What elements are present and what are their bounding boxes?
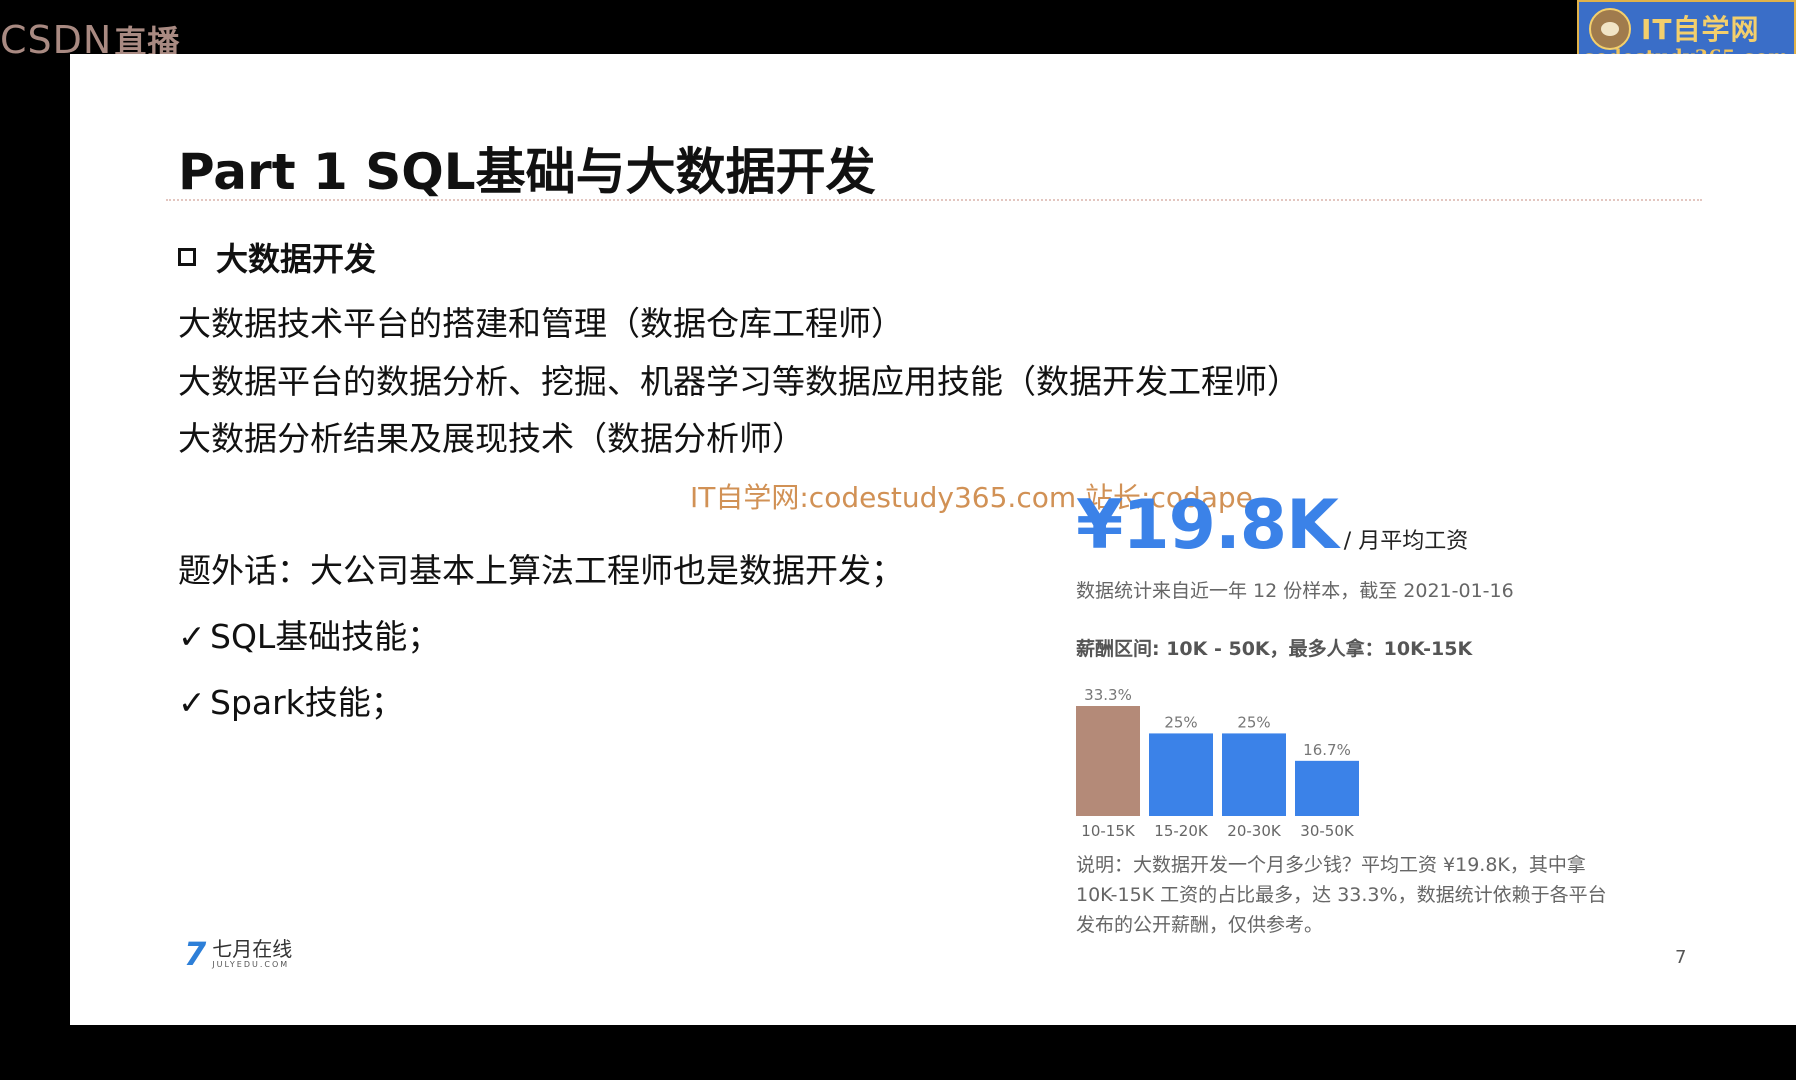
bar-value-label: 25% xyxy=(1237,713,1270,731)
role-line-1: 大数据技术平台的搭建和管理（数据仓库工程师） xyxy=(178,304,904,343)
julyedu-domain: JULYEDU.COM xyxy=(212,960,290,969)
section-heading-text: 大数据开发 xyxy=(216,240,377,278)
slide-title: Part 1 SQL基础与大数据开发 xyxy=(178,143,876,201)
skill-item-label: Spark技能； xyxy=(210,683,404,722)
bar-category-label: 15-20K xyxy=(1154,822,1209,840)
role-line-3: 大数据分析结果及展现技术（数据分析师） xyxy=(178,419,805,458)
aside-line: 题外话：大公司基本上算法工程师也是数据开发； xyxy=(178,551,904,590)
bar-10-15K xyxy=(1076,706,1140,816)
bar-value-label: 16.7% xyxy=(1303,741,1351,759)
check-icon: ✓ xyxy=(178,617,206,656)
bar-20-30K xyxy=(1222,733,1286,816)
bar-value-label: 25% xyxy=(1164,713,1197,731)
title-divider xyxy=(166,199,1702,201)
bar-value-label: 33.3% xyxy=(1084,686,1132,704)
corner-watermark-title: IT自学网 xyxy=(1641,13,1760,46)
bar-15-20K xyxy=(1149,733,1213,816)
salary-value: ¥19.8K xyxy=(1076,486,1339,565)
skill-item-sql: ✓ SQL基础技能； xyxy=(178,610,440,658)
bar-category-label: 30-50K xyxy=(1300,822,1355,840)
page-number: 7 xyxy=(1675,947,1687,968)
bar-category-label: 20-30K xyxy=(1227,822,1282,840)
salary-headline: ¥19.8K / 月平均工资 xyxy=(1076,486,1468,565)
skill-item-label: SQL基础技能； xyxy=(210,617,441,656)
salary-distribution-chart: 33.3% 10-15K 25% 15-20K 25% 20-30K 16.7% 30-50K xyxy=(1076,686,1359,840)
check-icon: ✓ xyxy=(178,683,206,722)
slide: Part 1 SQL基础与大数据开发 大数据开发 大数据技术平台的搭建和管理（数… xyxy=(70,54,1796,1025)
skill-item-spark: ✓ Spark技能； xyxy=(178,676,404,724)
screen: CSDN直播 IT自学网 codestudy365.com Part 1 SQL… xyxy=(0,0,1796,1080)
sample-note: 数据统计来自近一年 12 份样本，截至 2021-01-16 xyxy=(1076,580,1514,602)
julyedu-logo: 7 七月在线 JULYEDU.COM xyxy=(184,938,292,970)
square-bullet-icon xyxy=(178,248,196,266)
monkey-logo-icon xyxy=(1589,8,1631,50)
salary-explanation: 说明：大数据开发一个月多少钱？平均工资 ¥19.8K，其中拿 10K-15K 工… xyxy=(1076,854,1607,936)
bar-30-50K xyxy=(1295,760,1359,816)
salary-range: 薪酬区间: 10K - 50K，最多人拿：10K-15K xyxy=(1076,638,1473,660)
bar-category-label: 10-15K xyxy=(1081,822,1136,840)
julyedu-mark: 7 xyxy=(184,935,207,973)
role-line-2: 大数据平台的数据分析、挖掘、机器学习等数据应用技能（数据开发工程师） xyxy=(178,362,1300,401)
section-heading: 大数据开发 xyxy=(178,234,376,280)
julyedu-name: 七月在线 xyxy=(212,937,293,961)
salary-unit: / 月平均工资 xyxy=(1343,529,1469,554)
